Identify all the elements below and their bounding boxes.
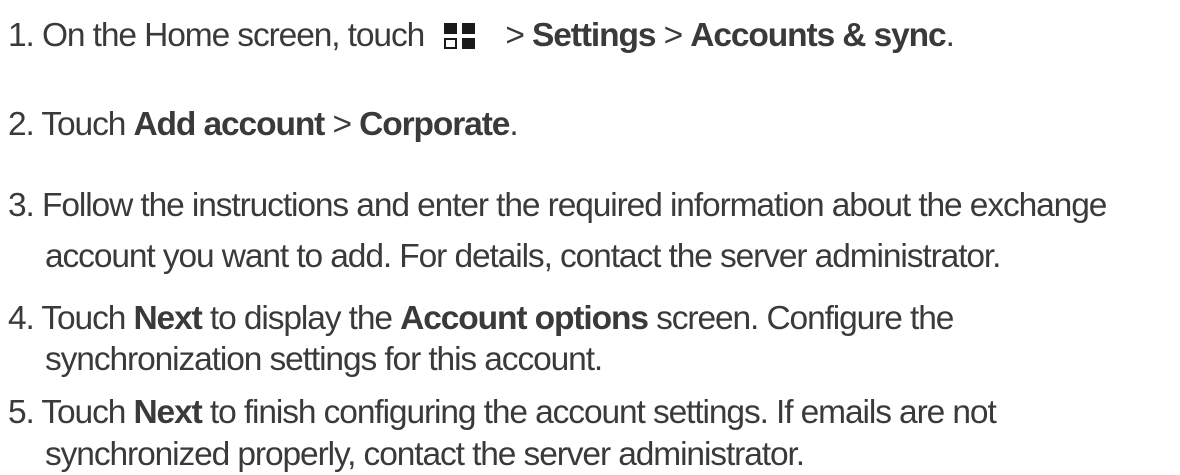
account-options-label: Account options [400,300,649,337]
step-5: 5. Touch Next to finish configuring the … [8,393,997,433]
step-5-continued: synchronized properly, contact the serve… [45,435,805,475]
step-number: 4. [8,300,35,337]
next-label: Next [133,394,202,431]
separator: > [324,106,360,143]
step-2: 2. Touch Add account > Corporate. [8,105,519,145]
step-text: Follow the instructions and enter the re… [41,187,1107,224]
separator: > [655,17,691,54]
step-text: synchronized properly, contact the serve… [45,436,805,473]
apps-grid-icon [444,23,476,49]
step-number: 5. [8,394,35,431]
step-text-end: . [509,106,518,143]
step-4-continued: synchronization settings for this accoun… [45,340,603,380]
next-label: Next [133,300,202,337]
step-text: to display the [201,300,401,337]
add-account-label: Add account [133,106,325,143]
step-text: to finish configuring the account settin… [201,394,997,431]
step-text-end: . [945,17,955,54]
step-number: 2. [8,106,35,143]
step-text: Touch [41,106,134,143]
accounts-sync-label: Accounts & sync [690,17,946,54]
step-text: screen. Configure the [647,300,954,337]
separator: > [497,17,533,54]
step-text: Touch [41,300,134,337]
step-3-continued: account you want to add. For details, co… [45,237,1001,277]
settings-label: Settings [532,17,656,54]
step-text: On the Home screen, touch [41,17,425,54]
corporate-label: Corporate [359,106,510,143]
step-number: 3. [8,187,35,224]
step-text: synchronization settings for this accoun… [45,341,603,378]
step-1: 1. On the Home screen, touch > Settings … [8,16,955,56]
step-number: 1. [8,17,35,54]
step-4: 4. Touch Next to display the Account opt… [8,299,954,339]
step-text: Touch [41,394,134,431]
step-3: 3. Follow the instructions and enter the… [8,186,1107,226]
step-text: account you want to add. For details, co… [45,238,1001,275]
